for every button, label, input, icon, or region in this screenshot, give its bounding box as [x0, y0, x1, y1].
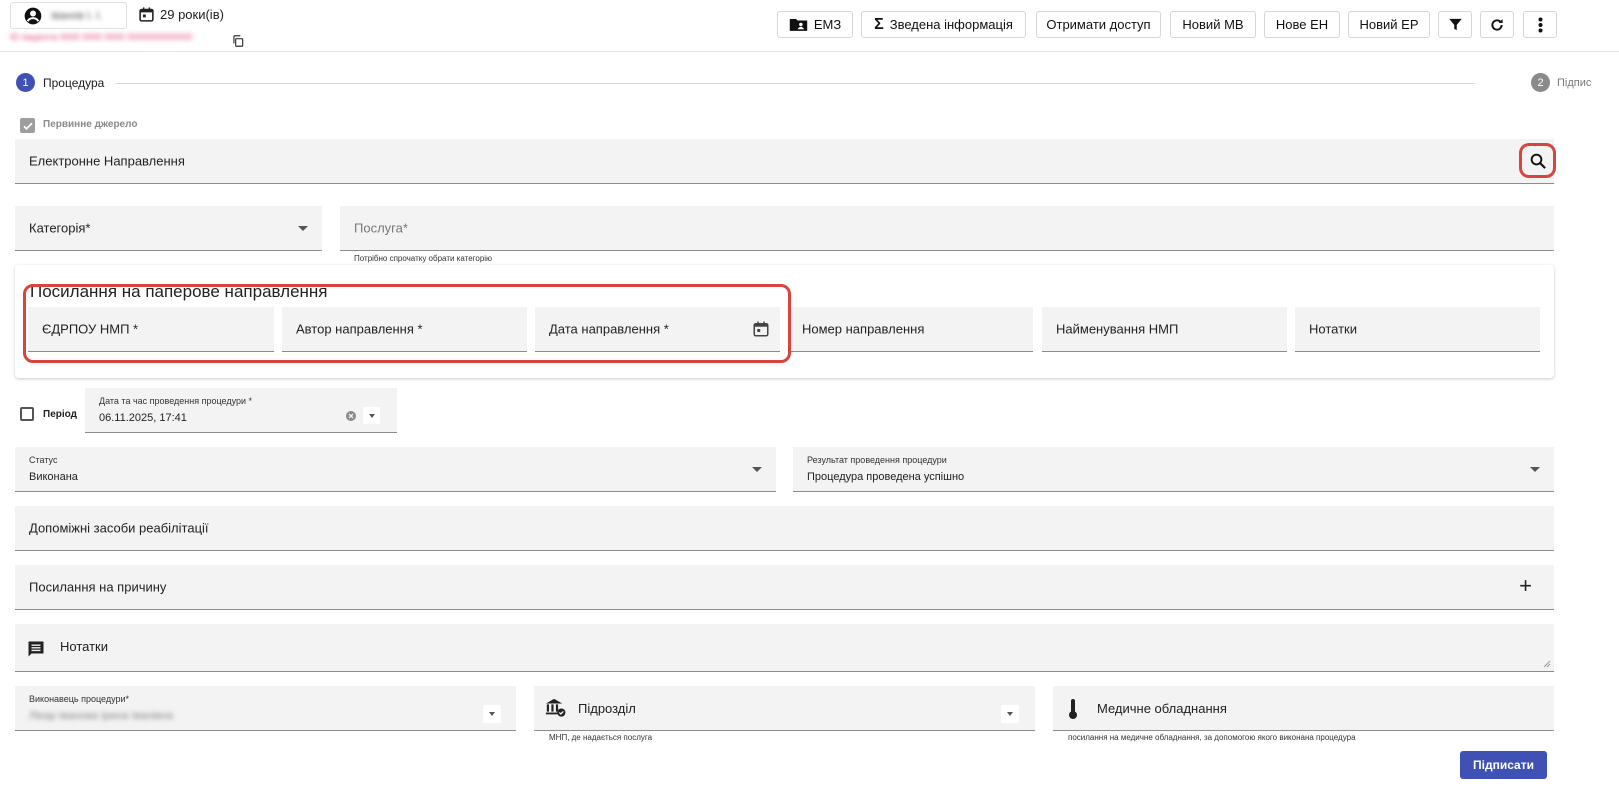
service-select[interactable]: Послуга*: [340, 206, 1554, 251]
patient-chip[interactable]: Іванов І. І.: [10, 2, 127, 29]
result-select[interactable]: Результат проведення процедури Процедура…: [793, 447, 1554, 492]
period-checkbox[interactable]: [20, 407, 34, 421]
add-icon[interactable]: +: [1519, 575, 1532, 597]
new-mv-button[interactable]: Новий МВ: [1170, 11, 1256, 38]
account-circle-icon: [24, 7, 42, 24]
refresh-button[interactable]: [1480, 11, 1514, 38]
step-1-circle[interactable]: 1: [16, 73, 35, 92]
summary-button[interactable]: Σ Зведена інформація: [861, 11, 1026, 38]
referral-number-field[interactable]: Номер направлення: [788, 307, 1033, 352]
age-info: 29 роки(ів): [138, 6, 224, 23]
performer-label: Виконавець процедури*: [29, 694, 130, 704]
primary-source-label: Первинне джерело: [43, 119, 138, 130]
dropdown-arrow-icon: [489, 712, 495, 716]
status-select[interactable]: Статус Виконана: [15, 447, 776, 492]
service-label: Послуга*: [354, 220, 408, 236]
emz-label: ЕМЗ: [813, 17, 842, 32]
status-label: Статус: [29, 455, 58, 465]
check-icon: [22, 122, 33, 130]
more-vert-icon: [1538, 17, 1542, 32]
equipment-hint: посилання на медичне обладнання, за допо…: [1068, 733, 1356, 742]
org-name-field[interactable]: Найменування НМП: [1042, 307, 1287, 352]
reason-reference-label: Посилання на причину: [29, 579, 167, 595]
dropdown-arrow-icon: [298, 226, 308, 231]
service-hint: Потрібно спрочатку обрати категорію: [354, 254, 493, 263]
paper-notes-field[interactable]: Нотатки: [1295, 307, 1540, 352]
org-name-label: Найменування НМП: [1056, 321, 1179, 337]
patient-age: 29 роки(ів): [160, 7, 224, 22]
new-ep-label: Новий ЕР: [1359, 17, 1419, 32]
calendar-icon: [139, 7, 154, 22]
notes-label: Нотатки: [60, 639, 108, 654]
step-1-label: Процедура: [43, 76, 105, 90]
rehab-aids-label: Допоміжні засоби реабілітації: [29, 520, 209, 536]
stepper-line: [115, 83, 1475, 84]
filter-icon: [1448, 18, 1462, 31]
datetime-value: 06.11.2025, 17:41: [99, 412, 187, 424]
sigma-icon: Σ: [874, 15, 884, 33]
performer-value: Лікар Іванова Ірина Іванівна: [29, 710, 174, 722]
period-label: Період: [43, 409, 77, 420]
notes-field[interactable]: Нотатки: [15, 624, 1554, 672]
category-label: Категорія*: [29, 220, 91, 236]
search-referral-button[interactable]: [1519, 143, 1556, 178]
step-2-label: Підпис: [1557, 77, 1592, 89]
reason-reference-field[interactable]: Посилання на причину +: [15, 565, 1554, 610]
sign-button[interactable]: Підписати: [1460, 751, 1547, 779]
get-access-button[interactable]: Отримати доступ: [1036, 11, 1161, 38]
datetime-label: Дата та час проведення процедури *: [99, 396, 253, 406]
department-select[interactable]: Підрозділ: [534, 686, 1035, 731]
patient-id: ID пацієнта 0000 0000 0000 0000000000000: [10, 32, 193, 42]
procedure-datetime-field[interactable]: Дата та час проведення процедури * 06.11…: [85, 388, 397, 433]
primary-source-checkbox[interactable]: [20, 118, 35, 133]
top-divider: [0, 51, 1619, 52]
folder-account-icon: [789, 18, 808, 31]
status-value: Виконана: [29, 471, 78, 483]
emz-button[interactable]: ЕМЗ: [777, 11, 853, 38]
bank-check-icon: [545, 698, 566, 717]
new-ep-button[interactable]: Новий ЕР: [1348, 11, 1430, 38]
paper-notes-label: Нотатки: [1309, 321, 1357, 337]
thermometer-icon: [1069, 699, 1077, 719]
electronic-referral-label: Електронне Направлення: [29, 153, 185, 169]
copy-icon[interactable]: [231, 34, 245, 48]
category-select[interactable]: Категорія*: [15, 206, 322, 251]
equipment-label: Медичне обладнання: [1097, 701, 1227, 716]
dropdown-arrow-icon: [1530, 467, 1540, 472]
resize-handle-icon[interactable]: [1543, 660, 1551, 668]
new-en-label: Нове ЕН: [1275, 17, 1329, 32]
equipment-field[interactable]: Медичне обладнання: [1053, 686, 1554, 731]
dropdown-arrow-icon: [1007, 712, 1013, 716]
filter-button[interactable]: [1438, 11, 1472, 38]
result-label: Результат проведення процедури: [807, 455, 947, 465]
get-access-label: Отримати доступ: [1046, 17, 1151, 32]
refresh-icon: [1491, 18, 1503, 31]
referral-number-label: Номер направлення: [802, 321, 925, 337]
rehab-aids-field[interactable]: Допоміжні засоби реабілітації: [15, 506, 1554, 551]
more-button[interactable]: [1523, 11, 1557, 38]
new-en-button[interactable]: Нове ЕН: [1264, 11, 1340, 38]
comment-icon: [28, 641, 44, 657]
electronic-referral-field[interactable]: Електронне Направлення: [15, 139, 1554, 184]
dropdown-arrow-icon: [752, 467, 762, 472]
highlight-frame: [23, 284, 791, 363]
patient-name: Іванов І. І.: [51, 9, 103, 22]
department-hint: МНП, де надається послуга: [549, 733, 653, 742]
step-2-circle[interactable]: 2: [1531, 73, 1550, 92]
department-label: Підрозділ: [578, 701, 636, 716]
clear-icon[interactable]: [345, 410, 357, 422]
performer-select[interactable]: Виконавець процедури* Лікар Іванова Ірин…: [15, 686, 516, 731]
dropdown-arrow-icon: [369, 414, 375, 418]
search-icon: [1530, 153, 1546, 169]
sign-button-label: Підписати: [1473, 758, 1534, 772]
summary-label: Зведена інформація: [889, 17, 1013, 32]
new-mv-label: Новий МВ: [1182, 17, 1244, 32]
result-value: Процедура проведена успішно: [807, 471, 965, 483]
